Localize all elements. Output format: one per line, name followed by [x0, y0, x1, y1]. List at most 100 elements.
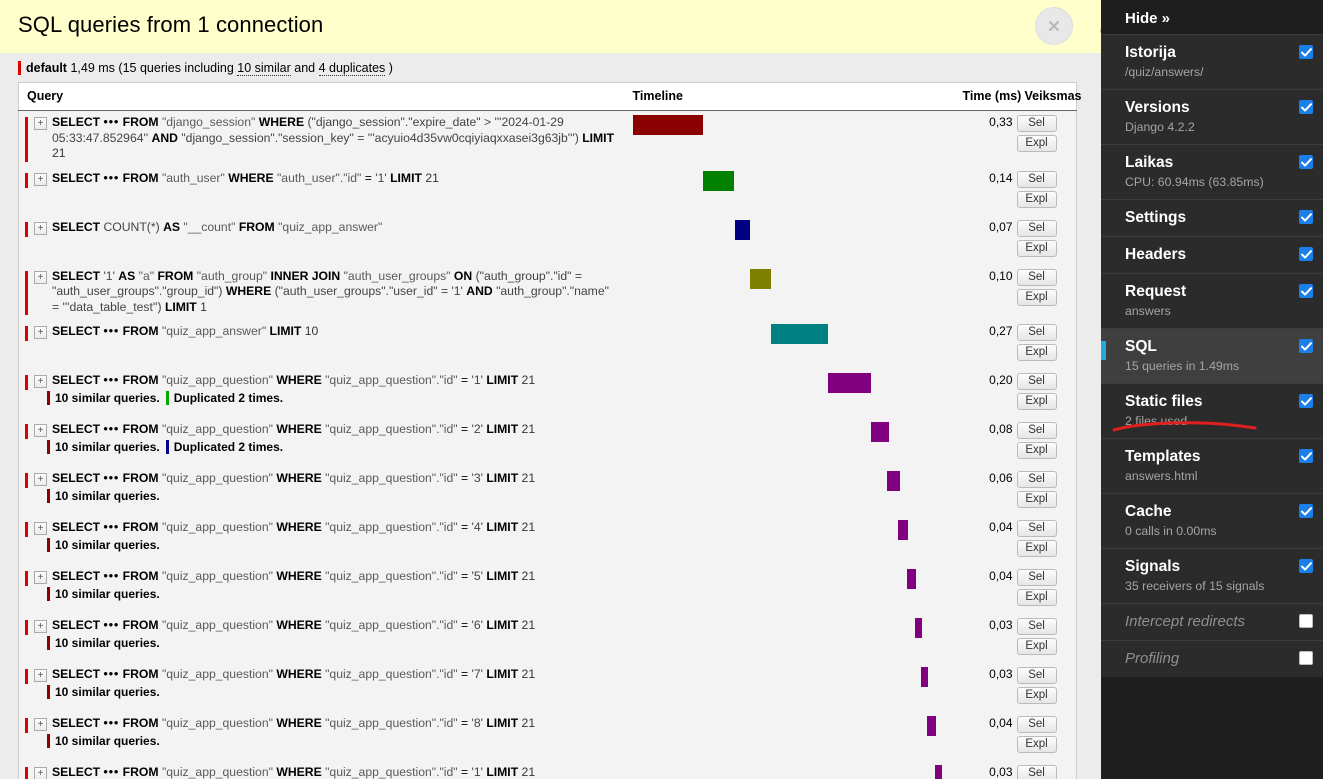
explain-query-button[interactable]: Expl: [1016, 288, 1057, 306]
panel-enable-checkbox[interactable]: [1299, 339, 1313, 353]
panel-enable-checkbox[interactable]: [1299, 247, 1313, 261]
explain-query-button[interactable]: Expl: [1016, 638, 1057, 655]
explain-query-button[interactable]: Expl: [1016, 687, 1057, 704]
toolbar-item-sql[interactable]: SQL 15 queries in 1.49ms: [1101, 328, 1323, 383]
panel-enable-checkbox[interactable]: [1299, 614, 1313, 628]
panel-enable-checkbox[interactable]: [1299, 284, 1313, 298]
panel-enable-checkbox[interactable]: [1299, 100, 1313, 114]
select-query-button[interactable]: Sel: [1016, 667, 1057, 684]
timeline-bar[interactable]: [897, 520, 908, 540]
table-row[interactable]: + SELECT ••• FROM "quiz_app_question" WHE…: [18, 467, 1077, 516]
select-query-button[interactable]: Sel: [1016, 219, 1057, 237]
select-query-button[interactable]: Sel: [1016, 765, 1057, 779]
explain-query-button[interactable]: Expl: [1016, 736, 1057, 753]
expand-query-toggle[interactable]: +: [34, 326, 47, 339]
panel-enable-checkbox[interactable]: [1299, 504, 1313, 518]
explain-query-button[interactable]: Expl: [1016, 239, 1057, 257]
query-sql-text: SELECT ••• FROM "auth_user" WHERE "auth_…: [52, 170, 439, 185]
expand-query-toggle[interactable]: +: [34, 669, 47, 682]
timeline-bar[interactable]: [770, 324, 828, 344]
table-row[interactable]: + SELECT ••• FROM "quiz_app_question" WHE…: [18, 516, 1077, 565]
select-query-button[interactable]: Sel: [1016, 471, 1057, 488]
table-row[interactable]: + SELECT ••• FROM "auth_user" WHERE "auth…: [18, 166, 1077, 216]
duplicate-queries-link[interactable]: 4 duplicates: [318, 61, 386, 76]
timeline-bar[interactable]: [920, 667, 928, 687]
timeline-bar[interactable]: [926, 716, 936, 736]
table-row[interactable]: + SELECT ••• FROM "quiz_app_answer" LIMIT…: [18, 320, 1077, 369]
toolbar-item-istorija[interactable]: Istorija/quiz/answers/: [1101, 34, 1323, 89]
explain-query-button[interactable]: Expl: [1016, 135, 1057, 152]
toolbar-item-headers[interactable]: Headers: [1101, 236, 1323, 273]
expand-query-toggle[interactable]: +: [34, 620, 47, 633]
toolbar-item-laikas[interactable]: Laikas CPU: 60.94ms (63.85ms): [1101, 144, 1323, 199]
explain-query-button[interactable]: Expl: [1016, 540, 1057, 557]
panel-enable-checkbox[interactable]: [1299, 449, 1313, 463]
toolbar-item-signals[interactable]: Signals 35 receivers of 15 signals: [1101, 548, 1323, 603]
explain-query-button[interactable]: Expl: [1016, 344, 1057, 361]
table-row[interactable]: + SELECT COUNT(*) AS "__count" FROM "quiz…: [18, 215, 1077, 265]
explain-query-button[interactable]: Expl: [1016, 442, 1057, 459]
select-query-button[interactable]: Sel: [1016, 373, 1057, 390]
table-row[interactable]: + SELECT ••• FROM "quiz_app_question" WHE…: [18, 614, 1077, 663]
select-query-button[interactable]: Sel: [1016, 324, 1057, 341]
timeline-bar[interactable]: [827, 373, 871, 393]
table-row[interactable]: + SELECT ••• FROM "quiz_app_question" WHE…: [18, 761, 1077, 779]
select-query-button[interactable]: Sel: [1016, 520, 1057, 537]
toolbar-item-label: Request: [1125, 283, 1187, 300]
select-query-button[interactable]: Sel: [1016, 618, 1057, 635]
toolbar-item-label: Versions: [1125, 99, 1190, 116]
select-query-button[interactable]: Sel: [1016, 170, 1057, 188]
panel-enable-checkbox[interactable]: [1299, 155, 1313, 169]
select-query-button[interactable]: Sel: [1016, 422, 1057, 439]
expand-query-toggle[interactable]: +: [34, 718, 47, 731]
explain-query-button[interactable]: Expl: [1016, 190, 1057, 208]
table-row[interactable]: + SELECT ••• FROM "quiz_app_question" WHE…: [18, 369, 1077, 418]
hide-toolbar-button[interactable]: Hide »: [1101, 0, 1323, 34]
explain-query-button[interactable]: Expl: [1016, 589, 1057, 606]
select-query-button[interactable]: Sel: [1016, 115, 1057, 132]
timeline-bar[interactable]: [934, 765, 942, 779]
expand-query-toggle[interactable]: +: [34, 473, 47, 486]
timeline-bar[interactable]: [702, 170, 734, 191]
select-query-button[interactable]: Sel: [1016, 716, 1057, 733]
table-row[interactable]: + SELECT ••• FROM "django_session" WHERE …: [18, 110, 1077, 167]
expand-query-toggle[interactable]: +: [34, 172, 47, 186]
toolbar-item-versions[interactable]: Versions Django 4.2.2: [1101, 89, 1323, 144]
table-row[interactable]: + SELECT ••• FROM "quiz_app_question" WHE…: [18, 712, 1077, 761]
select-query-button[interactable]: Sel: [1016, 569, 1057, 586]
toolbar-item-cache[interactable]: Cache 0 calls in 0.00ms: [1101, 493, 1323, 548]
select-query-button[interactable]: Sel: [1016, 268, 1057, 286]
timeline-bar[interactable]: [870, 422, 889, 442]
panel-enable-checkbox[interactable]: [1299, 45, 1313, 59]
panel-enable-checkbox[interactable]: [1299, 210, 1313, 224]
expand-query-toggle[interactable]: +: [34, 221, 47, 235]
similar-queries-link[interactable]: 10 similar: [237, 61, 291, 76]
timeline-bar[interactable]: [906, 569, 916, 589]
toolbar-item-static-files[interactable]: Static files 2 files used: [1101, 383, 1323, 438]
explain-query-button[interactable]: Expl: [1016, 393, 1057, 410]
panel-enable-checkbox[interactable]: [1299, 559, 1313, 573]
timeline-bar[interactable]: [886, 471, 900, 491]
toolbar-item-templates[interactable]: Templates answers.html: [1101, 438, 1323, 493]
table-row[interactable]: + SELECT ••• FROM "quiz_app_question" WHE…: [18, 565, 1077, 614]
expand-query-toggle[interactable]: +: [34, 117, 47, 130]
toolbar-item-request[interactable]: Request answers: [1101, 273, 1323, 328]
expand-query-toggle[interactable]: +: [34, 375, 47, 388]
expand-query-toggle[interactable]: +: [34, 270, 47, 284]
close-icon[interactable]: [1035, 7, 1073, 45]
timeline-bar[interactable]: [734, 219, 750, 240]
table-row[interactable]: + SELECT ••• FROM "quiz_app_question" WHE…: [18, 663, 1077, 712]
expand-query-toggle[interactable]: +: [34, 767, 47, 779]
panel-enable-checkbox[interactable]: [1299, 651, 1313, 665]
panel-enable-checkbox[interactable]: [1299, 394, 1313, 408]
table-row[interactable]: + SELECT '1' AS "a" FROM "auth_group" INN…: [18, 264, 1077, 320]
table-row[interactable]: + SELECT ••• FROM "quiz_app_question" WHE…: [18, 418, 1077, 467]
toolbar-item-settings[interactable]: Settings: [1101, 199, 1323, 236]
expand-query-toggle[interactable]: +: [34, 571, 47, 584]
explain-query-button[interactable]: Expl: [1016, 491, 1057, 508]
expand-query-toggle[interactable]: +: [34, 522, 47, 535]
timeline-bar[interactable]: [632, 115, 703, 135]
expand-query-toggle[interactable]: +: [34, 424, 47, 437]
timeline-bar[interactable]: [749, 268, 771, 289]
timeline-bar[interactable]: [914, 618, 922, 638]
